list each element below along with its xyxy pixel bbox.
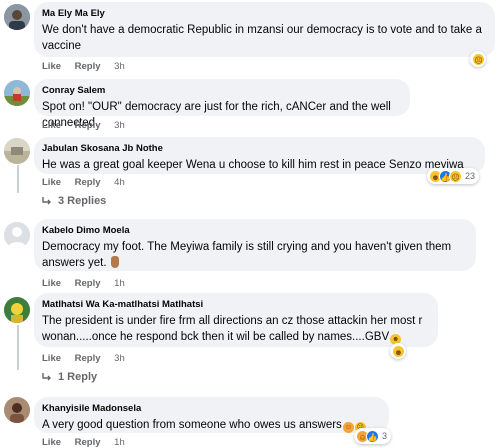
comment-author[interactable]: Jabulan Skosana Jb Nothe (42, 142, 475, 155)
like-button[interactable]: Like (42, 278, 61, 289)
reply-button[interactable]: Reply (75, 61, 101, 72)
reply-button[interactable]: Reply (75, 120, 101, 131)
like-button[interactable]: Like (42, 177, 61, 188)
comment-author[interactable]: Khanyisile Madonsela (42, 402, 379, 415)
avatar[interactable] (4, 138, 30, 164)
comment-bubble: Jabulan Skosana Jb Nothe He was a great … (34, 137, 485, 174)
avatar[interactable] (4, 4, 30, 30)
reactions-badge[interactable]: ☺ 👍 3 (354, 428, 392, 444)
avatar[interactable] (4, 222, 30, 248)
comment-author[interactable]: Kabelo Dimo Moela (42, 224, 466, 237)
comment-timestamp[interactable]: 3h (114, 61, 125, 72)
comment-text: The president is under fire frm all dire… (42, 313, 428, 345)
haha-reaction-icon: ☻ (392, 344, 405, 358)
like-button[interactable]: Like (42, 61, 61, 72)
comment-text: We don't have a democratic Republic in m… (42, 24, 482, 52)
comment-text-body: The president is under fire frm all dire… (42, 315, 423, 343)
reaction-count: 23 (465, 171, 476, 181)
comment-bubble: Kabelo Dimo Moela Democracy my foot. The… (34, 219, 476, 271)
comment-author[interactable]: Conray Salem (42, 84, 400, 97)
comment-author[interactable]: Matlhatsi Wa Ka-matlhatsi Matlhatsi (42, 298, 428, 311)
comment-text: He was a great goal keeper Wena u choose… (42, 159, 464, 171)
like-reaction-icon: 👍 (366, 429, 379, 443)
reply-button[interactable]: Reply (75, 177, 101, 188)
like-button[interactable]: Like (42, 437, 61, 448)
comment-bubble: Conray Salem Spot on! "OUR" democracy ar… (34, 79, 410, 129)
like-button[interactable]: Like (42, 120, 61, 131)
reactions-badge[interactable]: ☹ (470, 51, 486, 67)
view-replies-link[interactable]: 3 Replies (42, 195, 106, 207)
comment-actions: Like Reply 4h (42, 177, 136, 188)
reaction-count: 3 (382, 431, 388, 441)
avatar[interactable] (4, 297, 30, 323)
reply-button[interactable]: Reply (75, 353, 101, 364)
avatar[interactable] (4, 80, 30, 106)
reply-button[interactable]: Reply (75, 278, 101, 289)
comment-timestamp[interactable]: 4h (114, 177, 125, 188)
reply-arrow-icon (42, 197, 51, 205)
reply-button[interactable]: Reply (75, 437, 101, 448)
reactions-badge[interactable]: ☻ (390, 343, 406, 359)
comment-author[interactable]: Ma Ely Ma Ely (42, 7, 485, 20)
like-button[interactable]: Like (42, 353, 61, 364)
thread-line (17, 325, 19, 370)
replies-count-label: 1 Reply (58, 371, 98, 383)
sad-reaction-icon: ☹ (449, 169, 462, 183)
comment-bubble: Khanyisile Madonsela A very good questio… (34, 397, 389, 433)
replies-count-label: 3 Replies (58, 195, 107, 207)
comment-actions: Like Reply 3h (42, 61, 136, 72)
comment-timestamp[interactable]: 3h (114, 353, 125, 364)
comment-text: Democracy my foot. The Meyiwa family is … (42, 239, 466, 271)
sad-reaction-icon: ☹ (472, 52, 485, 66)
comment-text-body: Democracy my foot. The Meyiwa family is … (42, 241, 452, 269)
view-replies-link[interactable]: 1 Reply (42, 371, 97, 383)
pointing-hand-emoji-icon (110, 256, 119, 268)
comment-bubble: Ma Ely Ma Ely We don't have a democratic… (34, 2, 495, 57)
comment-actions: Like Reply 3h (42, 353, 136, 364)
comment-text-body: A very good question from someone who ow… (42, 419, 342, 431)
comment-timestamp[interactable]: 1h (114, 278, 125, 289)
comment-text: A very good question from someone who ow… (42, 417, 379, 433)
comment-actions: Like Reply 1h (42, 278, 136, 289)
comment-actions: Like Reply 3h (42, 120, 136, 131)
thread-line (17, 165, 19, 193)
comment-bubble: Matlhatsi Wa Ka-matlhatsi Matlhatsi The … (34, 293, 438, 347)
comment-timestamp[interactable]: 3h (114, 120, 125, 131)
avatar[interactable] (4, 397, 30, 423)
comment-timestamp[interactable]: 1h (114, 437, 125, 448)
reply-arrow-icon (42, 373, 51, 381)
comment-actions: Like Reply 1h (42, 437, 136, 448)
hugging-emoji-icon: ☺ (342, 422, 354, 433)
reactions-badge[interactable]: ☻ 👍 ☹ 23 (427, 168, 480, 184)
